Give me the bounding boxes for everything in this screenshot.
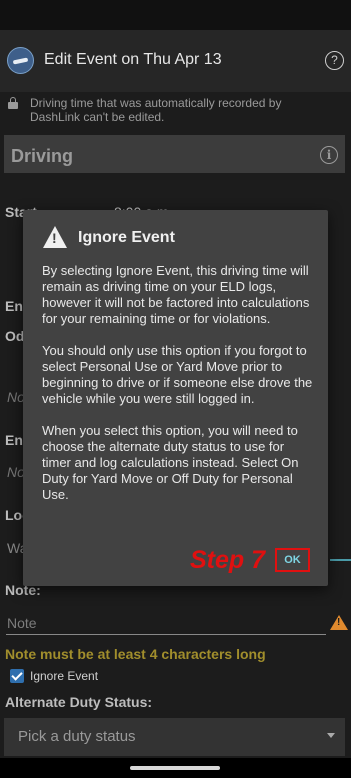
alert-triangle-icon: ! (43, 226, 67, 248)
location-field-underline (330, 559, 351, 561)
warning-icon (330, 615, 348, 630)
ok-button[interactable]: OK (275, 548, 310, 572)
odometer-label: Od (5, 328, 25, 344)
dialog-paragraph: By selecting Ignore Event, this driving … (42, 263, 310, 326)
dialog-body: By selecting Ignore Event, this driving … (42, 263, 314, 519)
system-status-bar (0, 0, 351, 30)
note-underline (6, 634, 326, 635)
help-icon[interactable]: ? (325, 51, 344, 70)
note-error: Note must be at least 4 characters long (5, 646, 266, 662)
step-annotation: Step 7 (190, 546, 266, 574)
lock-note: Driving time that was automatically reco… (30, 96, 282, 124)
dialog-paragraph: You should only use this option if you f… (42, 343, 313, 406)
page-title: Edit Event on Thu Apr 13 (44, 51, 222, 68)
ignore-event-label[interactable]: Ignore Event (30, 669, 98, 683)
home-handle[interactable] (130, 766, 220, 770)
info-icon[interactable]: i (320, 146, 338, 164)
note-input[interactable]: Note (7, 615, 37, 631)
alternate-duty-label: Alternate Duty Status: (5, 694, 153, 710)
dropdown-arrow-icon (327, 733, 335, 738)
duty-status-value: Driving (11, 146, 74, 166)
lock-icon (8, 97, 18, 109)
dialog-paragraph: When you select this option, you will ne… (42, 423, 299, 502)
ignore-event-checkbox[interactable] (10, 669, 24, 683)
dashlink-logo-icon[interactable] (7, 47, 34, 74)
duty-status-select-value: Pick a duty status (18, 728, 136, 745)
dialog-title: Ignore Event (78, 229, 175, 246)
